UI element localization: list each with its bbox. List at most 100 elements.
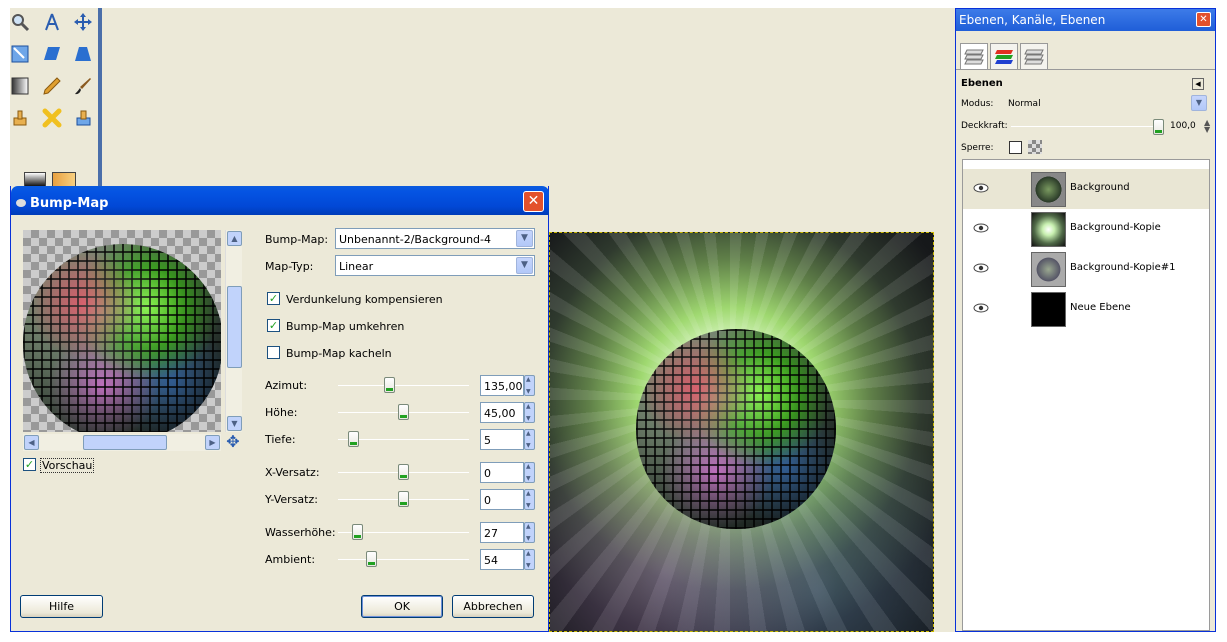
dock-menu-icon[interactable]: ◀ (1192, 78, 1204, 90)
layer-thumbnail (1031, 292, 1066, 327)
map-type-select[interactable]: Linear ▼ (335, 255, 535, 276)
gimp-icon (16, 199, 26, 207)
y-offset-value-field[interactable]: 0 (480, 489, 524, 510)
lock-label: Sperre: (961, 143, 994, 153)
map-type-value: Linear (339, 260, 374, 273)
vertical-scroll-thumb[interactable] (227, 286, 242, 368)
scale-icon[interactable] (8, 42, 32, 66)
measure-icon[interactable] (40, 10, 64, 34)
waterlevel-spin-icon[interactable] (524, 522, 535, 543)
bump-map-label: Bump-Map: (265, 233, 329, 246)
tab-layers[interactable] (960, 43, 988, 69)
scroll-up-icon[interactable]: ▲ (227, 231, 242, 246)
layer-thumbnail (1031, 212, 1066, 247)
help-button[interactable]: Hilfe (20, 595, 103, 618)
dialog-titlebar[interactable]: Bump-Map (11, 186, 549, 215)
ambient-slider-track[interactable] (338, 559, 469, 560)
azimuth-slider-track[interactable] (338, 385, 469, 386)
preview-horizontal-scrollbar[interactable]: ◀ ▶ (23, 434, 221, 451)
zoom-icon[interactable] (8, 10, 32, 34)
opacity-spin-icon[interactable]: ▲ ▼ (1204, 119, 1210, 134)
toolbox (10, 8, 100, 188)
layer-name: Background-Kopie#1 (1070, 262, 1176, 273)
opacity-value[interactable]: 100,0 (1170, 121, 1196, 131)
waterlevel-value-field[interactable]: 27 (480, 522, 524, 543)
x-offset-value-field[interactable]: 0 (480, 462, 524, 483)
mode-label: Modus: (961, 99, 994, 109)
paintbrush-icon[interactable] (71, 74, 95, 98)
eye-icon[interactable] (973, 223, 989, 233)
scroll-right-icon[interactable]: ▶ (205, 435, 220, 450)
layers-icon (1024, 49, 1044, 65)
depth-slider-handle[interactable] (348, 431, 359, 447)
waterlevel-slider-handle[interactable] (352, 524, 363, 540)
tile-bumpmap-checkbox[interactable] (267, 346, 280, 359)
y-offset-slider-handle[interactable] (398, 491, 409, 507)
layer-row[interactable]: Neue Ebene (963, 289, 1209, 329)
perspective-clone-icon[interactable] (71, 106, 95, 130)
dock-close-button[interactable]: ✕ (1196, 12, 1211, 27)
preview-vertical-scrollbar[interactable]: ▲ ▼ (225, 230, 242, 432)
eye-icon[interactable] (973, 303, 989, 313)
elevation-spin-icon[interactable] (524, 402, 535, 423)
azimuth-slider-handle[interactable] (384, 377, 395, 393)
toolbox-border (98, 8, 102, 193)
azimuth-value-field[interactable]: 135,00 (480, 375, 524, 396)
tile-bumpmap-label: Bump-Map kacheln (286, 347, 392, 360)
preview-ball-image (23, 244, 221, 432)
bump-map-value: Unbenannt-2/Background-4 (339, 233, 492, 246)
clone-icon[interactable] (8, 106, 32, 130)
y-offset-spin-icon[interactable] (524, 489, 535, 510)
preview-area[interactable] (23, 230, 221, 432)
depth-spin-icon[interactable] (524, 429, 535, 450)
layer-row[interactable]: Background-Kopie (963, 209, 1209, 249)
image-canvas[interactable] (549, 232, 934, 632)
azimuth-spin-icon[interactable] (524, 375, 535, 396)
ambient-slider-handle[interactable] (366, 551, 377, 567)
chevron-down-icon[interactable]: ▼ (516, 257, 533, 274)
lock-alpha-icon[interactable] (1028, 140, 1042, 154)
mode-value[interactable]: Normal (1008, 99, 1041, 109)
invert-bumpmap-checkbox[interactable]: ✓ (267, 319, 280, 332)
compensate-darkening-checkbox[interactable]: ✓ (267, 292, 280, 305)
perspective-icon[interactable] (71, 42, 95, 66)
scroll-left-icon[interactable]: ◀ (24, 435, 39, 450)
depth-value-field[interactable]: 5 (480, 429, 524, 450)
layer-row[interactable]: Background (963, 169, 1209, 209)
ok-button[interactable]: OK (361, 595, 443, 618)
channels-icon (995, 50, 1013, 64)
horizontal-scroll-thumb[interactable] (83, 435, 167, 450)
ambient-spin-icon[interactable] (524, 549, 535, 570)
lock-checkbox[interactable] (1009, 141, 1022, 154)
layers-list[interactable]: Background Background-Kopie Background-Kop… (962, 159, 1210, 631)
navigate-icon[interactable]: ✥ (224, 433, 242, 451)
dialog-close-button[interactable]: ✕ (523, 191, 544, 212)
elevation-slider-handle[interactable] (398, 404, 409, 420)
chevron-down-icon[interactable]: ▼ (516, 230, 533, 247)
opacity-slider-track[interactable] (1011, 126, 1161, 127)
shear-icon[interactable] (40, 42, 64, 66)
elevation-value-field[interactable]: 45,00 (480, 402, 524, 423)
elevation-label: Höhe: (265, 406, 298, 419)
chevron-down-icon[interactable]: ▼ (1191, 95, 1207, 111)
pencil-icon[interactable] (40, 74, 64, 98)
x-offset-spin-icon[interactable] (524, 462, 535, 483)
eye-icon[interactable] (973, 263, 989, 273)
tab-channels[interactable] (990, 43, 1018, 69)
layer-row[interactable]: Background-Kopie#1 (963, 249, 1209, 289)
heal-icon[interactable] (40, 106, 64, 130)
layer-name: Background-Kopie (1070, 222, 1161, 233)
eye-icon[interactable] (973, 183, 989, 193)
scroll-down-icon[interactable]: ▼ (227, 416, 242, 431)
x-offset-slider-handle[interactable] (398, 464, 409, 480)
ambient-value-field[interactable]: 54 (480, 549, 524, 570)
dock-title[interactable]: Ebenen, Kanäle, Ebenen (956, 9, 1215, 31)
cancel-button[interactable]: Abbrechen (452, 595, 534, 618)
tab-layers-2[interactable] (1020, 43, 1048, 69)
opacity-slider-handle[interactable] (1153, 119, 1164, 135)
bump-map-select[interactable]: Unbenannt-2/Background-4 ▼ (335, 228, 535, 249)
depth-label: Tiefe: (265, 433, 296, 446)
preview-checkbox[interactable]: ✓ (23, 458, 36, 471)
blend-icon[interactable] (8, 74, 32, 98)
move-icon[interactable] (71, 10, 95, 34)
